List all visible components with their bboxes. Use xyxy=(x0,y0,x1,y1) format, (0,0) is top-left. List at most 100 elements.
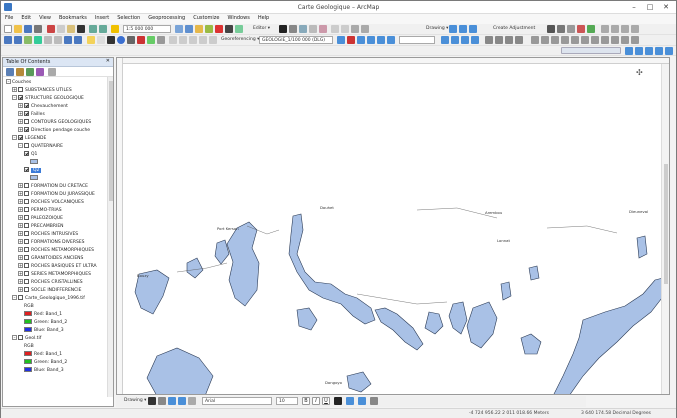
symbol-swatch[interactable] xyxy=(24,367,32,372)
line-color-icon[interactable] xyxy=(358,397,366,405)
toc-layer-row[interactable]: + FORMATION DU JURASSIQUE xyxy=(18,191,95,198)
flicker-icon[interactable] xyxy=(209,36,217,44)
symbol-swatch[interactable] xyxy=(24,351,32,356)
map-view[interactable]: Port Kerson Douhet Arembou Dieuneval Bou… xyxy=(116,57,670,395)
geology-polygon[interactable] xyxy=(296,307,318,331)
symbol-swatch[interactable] xyxy=(24,319,32,324)
layer-visibility-checkbox[interactable] xyxy=(24,247,29,252)
fixed-zoom-out-icon[interactable] xyxy=(54,36,62,44)
expand-toggle-icon[interactable]: + xyxy=(18,279,23,284)
print-icon[interactable] xyxy=(34,25,42,33)
add-control-points-icon[interactable] xyxy=(337,36,345,44)
tool-extra-8-icon[interactable] xyxy=(601,36,609,44)
strip-tool-4-icon[interactable] xyxy=(655,47,663,55)
toc-layer-row[interactable]: Red: Band_1 xyxy=(24,351,62,358)
list-by-visibility-icon[interactable] xyxy=(26,68,34,76)
layer-visibility-checkbox[interactable] xyxy=(18,335,23,340)
measure-icon[interactable] xyxy=(147,36,155,44)
vertex-snap-icon[interactable] xyxy=(515,36,523,44)
toc-layer-row[interactable]: + Chevauchement xyxy=(18,103,68,110)
snap-icon[interactable] xyxy=(495,36,503,44)
toc-scroll-thumb[interactable] xyxy=(109,81,113,201)
toc-layer-row[interactable]: Blue: Band_3 xyxy=(24,327,64,334)
symbol-swatch[interactable] xyxy=(30,175,38,180)
toc-layer-row[interactable]: – LEGENDE xyxy=(12,135,46,142)
modify-link-icon[interactable] xyxy=(567,25,575,33)
attributes-icon[interactable] xyxy=(351,25,359,33)
toc-window-icon[interactable] xyxy=(185,25,193,33)
cut-icon[interactable] xyxy=(47,25,55,33)
shift-raster-icon[interactable] xyxy=(367,36,375,44)
strip-tool-1-icon[interactable] xyxy=(625,47,633,55)
toc-layer-row[interactable]: + ROCHES CRISTALLINES xyxy=(18,279,83,286)
expand-toggle-icon[interactable]: + xyxy=(18,231,23,236)
underline-icon[interactable]: U xyxy=(322,397,330,405)
drawing-menu[interactable]: Drawing ▾ xyxy=(426,26,448,31)
expand-toggle-icon[interactable]: + xyxy=(18,183,23,188)
maximize-button[interactable]: □ xyxy=(642,1,658,13)
map-scale-combo[interactable]: 1:5 000 000 xyxy=(123,25,171,33)
toc-layer-row[interactable]: + SOCLE INDIFFERENCIE xyxy=(18,287,81,294)
geology-polygon[interactable] xyxy=(226,221,260,307)
view-link-table-icon[interactable] xyxy=(347,36,355,44)
clear-selection-icon[interactable] xyxy=(97,36,105,44)
new-displacement-link-icon[interactable] xyxy=(557,25,565,33)
tool-extra-1-icon[interactable] xyxy=(531,36,539,44)
undo-icon[interactable] xyxy=(89,25,97,33)
font-combo[interactable]: Arial xyxy=(202,397,272,405)
lock-icon[interactable] xyxy=(485,36,493,44)
geology-polygon[interactable] xyxy=(466,301,498,349)
layer-visibility-checkbox[interactable] xyxy=(24,191,29,196)
tool-extra-4-icon[interactable] xyxy=(561,36,569,44)
fixed-zoom-in-icon[interactable] xyxy=(44,36,52,44)
toc-layer-row[interactable]: + PRECAMBRIEN xyxy=(18,223,64,230)
rotate-raster-icon[interactable] xyxy=(357,36,365,44)
redo-icon[interactable] xyxy=(99,25,107,33)
toc-layer-row[interactable]: + SUBSTANCES UTILES xyxy=(12,87,72,94)
rotate-icon[interactable] xyxy=(341,25,349,33)
geology-polygon[interactable] xyxy=(553,277,666,395)
toc-layer-row[interactable]: + PALEOZOIQUE xyxy=(18,215,63,222)
draw-rectangle-icon[interactable] xyxy=(168,397,176,405)
add-data-icon[interactable] xyxy=(111,25,119,33)
adjustment-toolbar-strip[interactable] xyxy=(561,47,621,54)
split-icon[interactable] xyxy=(331,25,339,33)
tool-extra-11-icon[interactable] xyxy=(631,36,639,44)
layer-visibility-checkbox[interactable] xyxy=(24,263,29,268)
layer-visibility-checkbox[interactable] xyxy=(24,111,29,116)
expand-toggle-icon[interactable]: + xyxy=(18,287,23,292)
expand-toggle-icon[interactable]: + xyxy=(12,87,17,92)
point-icon[interactable] xyxy=(319,25,327,33)
pan-icon[interactable] xyxy=(24,36,32,44)
layer-visibility-checkbox[interactable] xyxy=(24,239,29,244)
go-to-xy-icon[interactable] xyxy=(137,36,145,44)
menu-windows[interactable]: Windows xyxy=(223,14,253,21)
editor-toolbar-icon[interactable] xyxy=(175,25,183,33)
geology-polygon[interactable] xyxy=(288,213,376,325)
menu-view[interactable]: View xyxy=(35,14,55,21)
strip-tool-3-icon[interactable] xyxy=(645,47,653,55)
toc-layer-row[interactable]: Blue: Band_3 xyxy=(24,367,64,374)
layer-visibility-checkbox[interactable] xyxy=(24,183,29,188)
editor-menu[interactable]: Editor ▾ xyxy=(253,26,270,31)
expand-toggle-icon[interactable]: – xyxy=(12,135,17,140)
zoom-out-icon[interactable] xyxy=(14,36,22,44)
toc-layer-row[interactable]: + FORMATION DU CRETACE xyxy=(18,183,88,190)
symbol-swatch[interactable] xyxy=(24,327,32,332)
symbol-swatch[interactable] xyxy=(24,311,32,316)
find-icon[interactable] xyxy=(127,36,135,44)
rotate-element-icon[interactable] xyxy=(158,397,166,405)
edit-annotation-icon[interactable] xyxy=(289,25,297,33)
time-slider-icon[interactable] xyxy=(179,36,187,44)
draw-text-icon[interactable] xyxy=(178,397,186,405)
select-elements-icon[interactable] xyxy=(449,25,457,33)
toc-layer-row[interactable]: + ROCHES BASIQUES ET ULTRA xyxy=(18,263,97,270)
tool-extra-2-icon[interactable] xyxy=(541,36,549,44)
text-icon[interactable] xyxy=(469,25,477,33)
toc-layer-row[interactable]: Q1 xyxy=(24,151,37,158)
map-layer-icon[interactable] xyxy=(461,36,469,44)
expand-toggle-icon[interactable]: + xyxy=(18,263,23,268)
menu-help[interactable]: Help xyxy=(254,14,273,21)
expand-toggle-icon[interactable]: + xyxy=(18,223,23,228)
delete-icon[interactable] xyxy=(77,25,85,33)
